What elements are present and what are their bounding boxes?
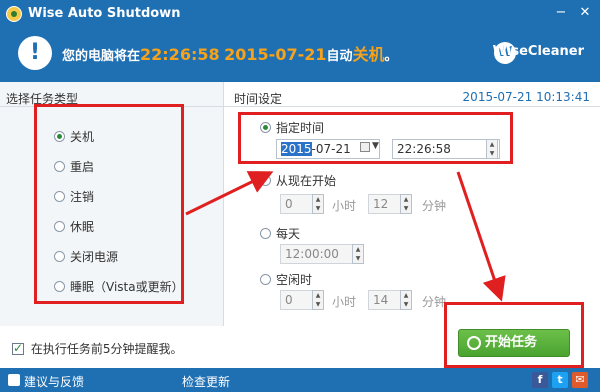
info-icon: ! xyxy=(18,36,52,70)
time-settings-title: 时间设定 xyxy=(234,92,283,106)
title-bar: Wise Auto Shutdown − ✕ xyxy=(0,0,600,28)
feedback-link[interactable]: 建议与反馈 xyxy=(24,373,84,390)
minutes-spinner[interactable]: ▲ ▼ xyxy=(400,194,412,214)
twitter-icon[interactable]: t xyxy=(552,372,568,388)
window-title: Wise Auto Shutdown xyxy=(28,6,181,21)
brand-name[interactable]: WiseCleaner xyxy=(493,44,584,59)
reminder-option[interactable]: 在执行任务前5分钟提醒我。 xyxy=(12,340,182,357)
button-annotation-box xyxy=(444,302,584,368)
minutes-unit: 分钟 xyxy=(422,199,447,213)
checkbox-icon[interactable] xyxy=(12,341,24,355)
footer-bar: 建议与反馈 检查更新 f t ✉ xyxy=(0,368,600,392)
idle-minutes-unit: 分钟 xyxy=(422,295,447,309)
idle-minutes-spinner[interactable]: ▲ ▼ xyxy=(400,290,412,310)
close-button[interactable]: ✕ xyxy=(576,4,594,22)
radio-icon[interactable] xyxy=(260,228,271,239)
scheduled-action: 关机 xyxy=(352,45,385,64)
shutdown-message: 您的电脑将在22:26:58 2015-07-21自动关机。 xyxy=(62,45,398,64)
scheduled-date: 2015-07-21 xyxy=(224,45,327,64)
hours-spinner[interactable]: ▲ ▼ xyxy=(312,194,324,214)
idle-hours-spinner[interactable]: ▲ ▼ xyxy=(312,290,324,310)
task-annotation-box xyxy=(34,104,184,304)
daily-spinner[interactable]: ▲ ▼ xyxy=(352,244,364,264)
radio-icon[interactable] xyxy=(260,274,271,285)
email-icon[interactable]: ✉ xyxy=(572,372,588,388)
current-datetime: 2015-07-21 10:13:41 xyxy=(462,90,590,104)
option-from-now[interactable]: 从现在开始 xyxy=(260,172,336,189)
idle-hours-unit: 小时 xyxy=(332,295,357,309)
hours-unit: 小时 xyxy=(332,199,357,213)
radio-icon[interactable] xyxy=(260,175,271,186)
time-annotation-box xyxy=(238,112,513,164)
status-header: ! 您的电脑将在22:26:58 2015-07-21自动关机。 W WiseC… xyxy=(0,28,600,82)
option-daily[interactable]: 每天 xyxy=(260,225,300,242)
feedback-icon xyxy=(8,374,20,386)
divider xyxy=(224,106,600,107)
app-logo-icon xyxy=(6,6,22,22)
scheduled-time: 22:26:58 xyxy=(140,45,220,64)
option-idle[interactable]: 空闲时 xyxy=(260,271,312,288)
check-update-link[interactable]: 检查更新 xyxy=(182,373,230,390)
reminder-label: 在执行任务前5分钟提醒我。 xyxy=(30,342,183,356)
facebook-icon[interactable]: f xyxy=(532,372,548,388)
minimize-button[interactable]: − xyxy=(552,4,570,22)
